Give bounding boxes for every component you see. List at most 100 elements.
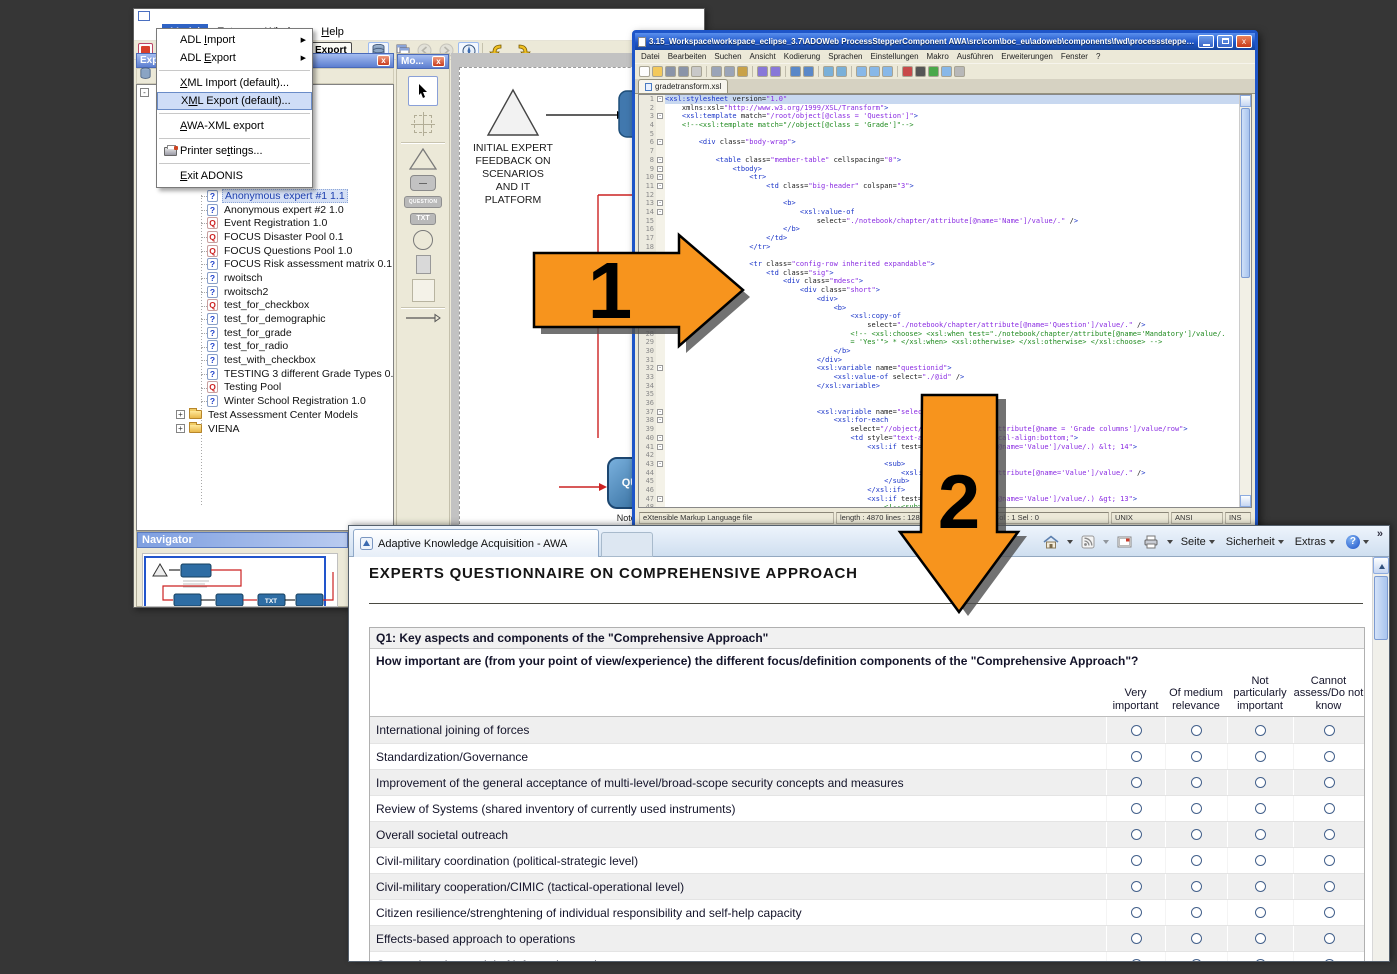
notepad-menu-kodierung[interactable]: Kodierung [780,52,824,61]
tree-item-test-for-grade[interactable]: ?test_for_grade [137,326,393,340]
open-folder-icon[interactable] [652,66,663,77]
radio-button[interactable] [1324,907,1335,918]
tree-item-test-for-demographic[interactable]: ?test_for_demographic [137,312,393,326]
expand-icon[interactable]: + [176,410,185,419]
tree-item-focus-disaster-pool-0-1[interactable]: QFOCUS Disaster Pool 0.1 [137,230,393,244]
radio-button[interactable] [1131,933,1142,944]
rect-tool[interactable] [416,255,431,274]
overflow-chevron-icon[interactable]: » [1377,529,1383,539]
zoom-out-icon[interactable] [836,66,847,77]
menu-item-exit-adonis[interactable]: Exit ADONIS [157,167,312,185]
feeds-icon[interactable] [1078,533,1098,551]
radio-button[interactable] [1131,855,1142,866]
notepad-menu-[interactable]: ? [1092,52,1104,61]
play-macro-icon[interactable] [928,66,939,77]
radio-button[interactable] [1191,855,1202,866]
tree-item-test-with-checkbox[interactable]: ?test_with_checkbox [137,353,393,367]
radio-button[interactable] [1324,829,1335,840]
radio-button[interactable] [1255,933,1266,944]
tree-item-test-assessment-center-models[interactable]: +Test Assessment Center Models [137,408,393,422]
tree-item-focus-risk-assessment-matrix-0-1[interactable]: ?FOCUS Risk assessment matrix 0.1 [137,257,393,271]
radio-button[interactable] [1324,751,1335,762]
menu-item-xml-import-default[interactable]: XML Import (default)... [157,74,312,92]
triangle-node[interactable] [488,90,538,135]
radio-button[interactable] [1324,959,1335,961]
radio-button[interactable] [1324,855,1335,866]
read-mail-icon[interactable] [1114,534,1135,550]
menubar-item-help[interactable]: Help [313,24,352,40]
radio-button[interactable] [1131,881,1142,892]
print-dropdown-icon[interactable] [1167,540,1173,544]
circle-tool[interactable] [413,230,433,250]
radio-button[interactable] [1324,933,1335,944]
radio-button[interactable] [1255,959,1266,961]
record-macro-icon[interactable] [902,66,913,77]
page-scrollbar[interactable] [1372,557,1389,961]
explorer-database-icon[interactable] [140,67,151,85]
select-tool[interactable] [408,76,438,106]
redo-icon[interactable] [770,66,781,77]
radio-button[interactable] [1191,933,1202,944]
radio-button[interactable] [1255,907,1266,918]
minimize-button[interactable] [1198,35,1214,48]
tree-item-viena[interactable]: +VIENA [137,422,393,436]
tree-item-rwoitsch[interactable]: ?rwoitsch [137,271,393,285]
radio-button[interactable] [1324,777,1335,788]
radio-button[interactable] [1131,829,1142,840]
notepad-menu-fenster[interactable]: Fenster [1057,52,1092,61]
menu-item-xml-export-default[interactable]: XML Export (default)... [157,92,312,110]
radio-button[interactable] [1324,881,1335,892]
page-menu[interactable]: Seite [1178,534,1218,550]
radio-button[interactable] [1255,855,1266,866]
indent-guide-icon[interactable] [882,66,893,77]
radio-button[interactable] [1255,725,1266,736]
notepad-menu-ansicht[interactable]: Ansicht [746,52,780,61]
cut-icon[interactable] [711,66,722,77]
save-icon[interactable] [665,66,676,77]
copy-icon[interactable] [724,66,735,77]
radio-button[interactable] [1131,803,1142,814]
notepad-menu-suchen[interactable]: Suchen [710,52,745,61]
tools-menu[interactable]: Extras [1292,534,1338,550]
browser-tab[interactable]: Adaptive Knowledge Acquisition - AWA [353,529,599,557]
new-file-icon[interactable] [639,66,650,77]
radio-button[interactable] [1131,777,1142,788]
scroll-down-icon[interactable] [1240,495,1251,507]
notepad-menu-einstellungen[interactable]: Einstellungen [867,52,923,61]
document-tab[interactable]: gradetransform.xsl [638,79,728,93]
safety-menu[interactable]: Sicherheit [1223,534,1287,550]
radio-button[interactable] [1324,725,1335,736]
maximize-button[interactable] [1217,35,1233,48]
replace-icon[interactable] [803,66,814,77]
scroll-up-icon[interactable] [1240,95,1251,107]
tree-item-winter-school-registration-1-0[interactable]: ?Winter School Registration 1.0 [137,394,393,408]
editor-scrollbar[interactable] [1239,95,1251,507]
tree-item-rwoitsch2[interactable]: ?rwoitsch2 [137,285,393,299]
radio-button[interactable] [1191,803,1202,814]
grid-tool[interactable] [414,115,432,133]
tree-item-test-for-checkbox[interactable]: Qtest_for_checkbox [137,299,393,313]
scrollbar-thumb[interactable] [1374,576,1388,640]
menu-item-adl-import[interactable]: ADL Import▶ [157,31,312,49]
process-tool[interactable] [410,175,436,191]
notepad-menu-ausf-hren[interactable]: Ausführen [953,52,997,61]
radio-button[interactable] [1131,751,1142,762]
radio-button[interactable] [1191,751,1202,762]
paste-icon[interactable] [737,66,748,77]
radio-button[interactable] [1131,725,1142,736]
connector-tool[interactable] [405,313,441,323]
home-dropdown-icon[interactable] [1067,540,1073,544]
tree-item-anonymous-expert-1-1-1[interactable]: ?Anonymous expert #1 1.1 [137,189,393,203]
tree-item-test-for-radio[interactable]: ?test_for_radio [137,340,393,354]
triangle-tool[interactable] [409,148,437,170]
square-tool[interactable] [412,279,435,302]
scrollbar-thumb[interactable] [1241,108,1250,278]
close-button[interactable]: x [1236,35,1252,48]
stop-macro-icon[interactable] [915,66,926,77]
explorer-close-icon[interactable]: x [377,55,390,66]
radio-button[interactable] [1255,751,1266,762]
zoom-in-icon[interactable] [823,66,834,77]
tree-item-anonymous-expert-2-1-0[interactable]: ?Anonymous expert #2 1.0 [137,203,393,217]
new-tab-button[interactable] [601,532,653,557]
radio-button[interactable] [1131,907,1142,918]
